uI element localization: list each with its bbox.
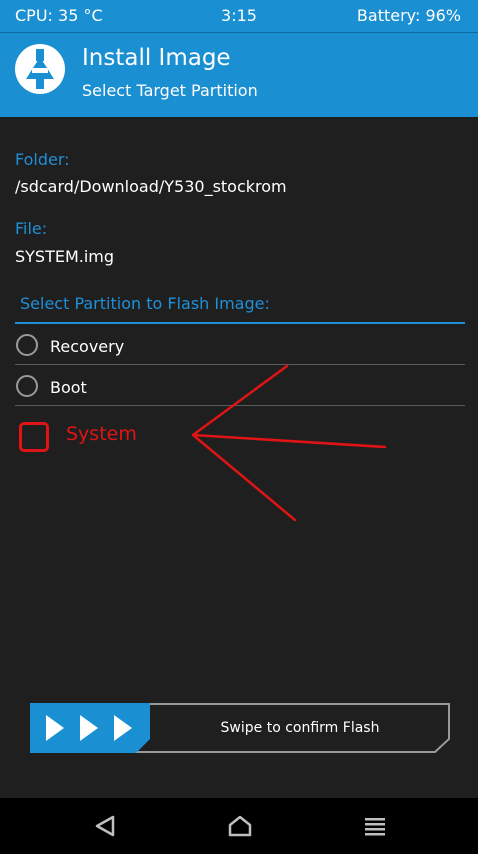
page-subtitle: Select Target Partition	[82, 81, 258, 100]
menu-icon[interactable]	[345, 798, 405, 854]
status-bar: CPU: 35 °C 3:15 Battery: 96%	[0, 0, 478, 32]
file-label: File:	[15, 219, 48, 238]
home-icon[interactable]	[209, 798, 269, 854]
folder-label: Folder:	[15, 150, 70, 169]
twrp-logo-icon	[15, 44, 65, 94]
status-divider	[0, 32, 478, 33]
section-divider	[15, 322, 465, 324]
radio-icon[interactable]	[16, 375, 38, 397]
partition-label-annotated: System	[66, 423, 137, 445]
page-title: Install Image	[82, 45, 231, 71]
back-icon[interactable]	[75, 798, 135, 854]
partition-label: Recovery	[50, 337, 125, 356]
radio-icon[interactable]	[16, 334, 38, 356]
row-divider	[15, 405, 465, 406]
partition-label: Boot	[50, 378, 87, 397]
swipe-label: Swipe to confirm Flash	[220, 720, 380, 736]
file-name: SYSTEM.img	[15, 247, 115, 266]
battery-level: Battery: 96%	[356, 6, 461, 25]
annotated-checkbox-icon[interactable]	[19, 422, 49, 452]
swipe-handle[interactable]	[30, 703, 150, 753]
partition-section-title: Select Partition to Flash Image:	[20, 294, 270, 313]
folder-path: /sdcard/Download/Y530_stockrom	[15, 177, 287, 196]
header-bar: CPU: 35 °C 3:15 Battery: 96% Install Ima…	[0, 0, 478, 117]
row-divider	[15, 364, 465, 365]
navigation-bar	[0, 798, 478, 854]
